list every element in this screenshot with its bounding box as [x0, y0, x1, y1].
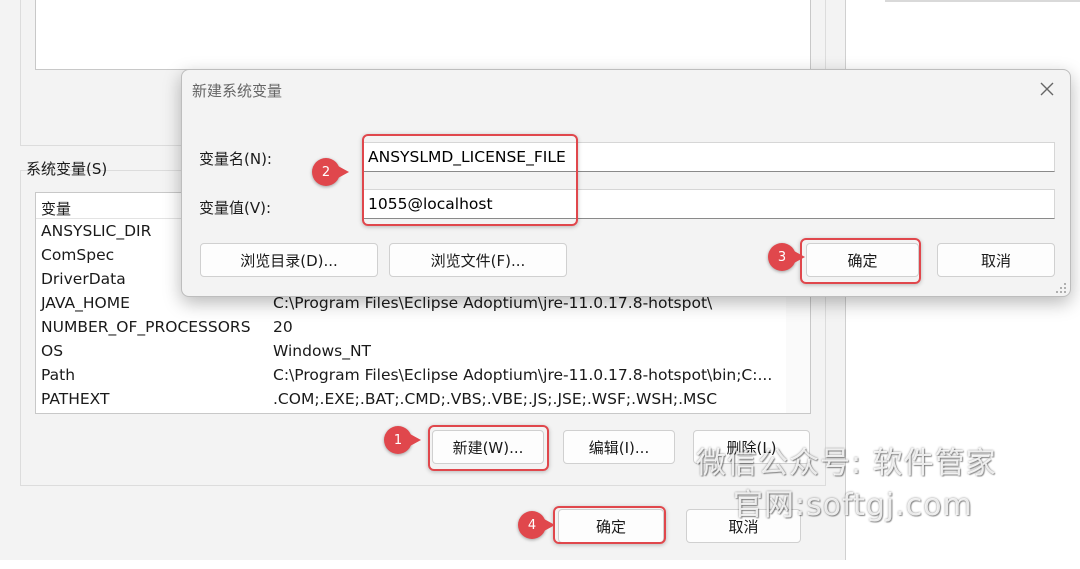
step-badge-1: 1: [384, 426, 421, 454]
variable-name: JAVA_HOME: [41, 294, 130, 312]
step-badge-2: 2: [312, 158, 349, 186]
browse-directory-button[interactable]: 浏览目录(D)...: [200, 243, 378, 277]
background-divider: [885, 0, 1080, 2]
variable-value: .COM;.EXE;.BAT;.CMD;.VBS;.VBE;.JS;.JSE;.…: [273, 390, 718, 408]
highlight-ok-button: [553, 506, 666, 544]
new-system-variable-dialog: 新建系统变量 变量名(N): 变量值(V): 浏览目录(D)... 浏览文件(F…: [181, 69, 1071, 297]
watermark-line-2: 官网:softgj.com: [733, 488, 973, 523]
table-row[interactable]: Path C:\Program Files\Eclipse Adoptium\j…: [36, 364, 810, 388]
close-icon[interactable]: [1034, 76, 1060, 102]
variable-name: DriverData: [41, 270, 126, 288]
table-row[interactable]: PATHEXT .COM;.EXE;.BAT;.CMD;.VBS;.VBE;.J…: [36, 388, 810, 412]
table-row[interactable]: OS Windows_NT: [36, 340, 810, 364]
variable-value: C:\Program Files\Eclipse Adoptium\jre-11…: [273, 366, 773, 384]
watermark-line-1: 微信公众号: 软件管家: [696, 446, 997, 481]
user-variables-list[interactable]: [35, 0, 811, 70]
browse-file-button[interactable]: 浏览文件(F)...: [389, 243, 567, 277]
variable-name: Path: [41, 366, 76, 384]
resize-grip-icon[interactable]: [1054, 280, 1068, 294]
dialog-title: 新建系统变量: [192, 82, 283, 100]
variable-name: PATHEXT: [41, 390, 110, 408]
variable-name: NUMBER_OF_PROCESSORS: [41, 318, 251, 336]
taskbar-strip: [0, 560, 846, 569]
variable-name: OS: [41, 342, 64, 360]
variable-value: Windows_NT: [273, 342, 372, 360]
variable-name: ANSYSLIC_DIR: [41, 222, 152, 240]
column-header-variable: 变量: [41, 200, 72, 218]
step-badge-3: 3: [768, 243, 805, 271]
table-row[interactable]: NUMBER_OF_PROCESSORS 20: [36, 316, 810, 340]
variable-value-label: 变量值(V):: [199, 199, 272, 217]
highlight-name-value-fields: [362, 134, 578, 226]
variable-name-label: 变量名(N):: [199, 150, 272, 168]
variable-value: 20: [273, 318, 293, 336]
dialog-cancel-button[interactable]: 取消: [937, 243, 1055, 277]
variable-name: ComSpec: [41, 246, 115, 264]
highlight-dialog-ok: [800, 238, 921, 284]
step-badge-4: 4: [518, 511, 555, 539]
edit-variable-button[interactable]: 编辑(I)...: [563, 430, 675, 464]
system-variables-label: 系统变量(S): [26, 160, 108, 178]
highlight-new-button: [428, 425, 549, 471]
